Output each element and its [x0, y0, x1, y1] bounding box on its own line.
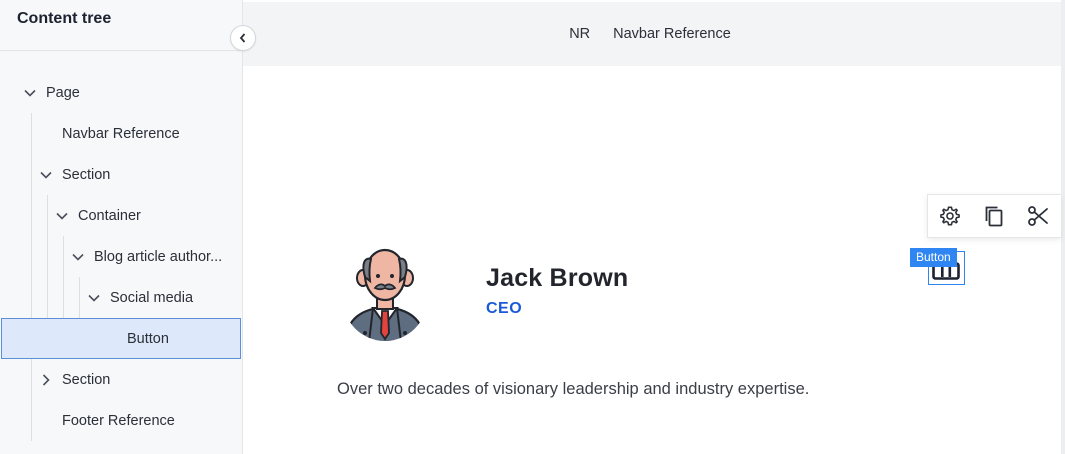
- tree-item-label: Social media: [110, 289, 194, 306]
- tree-item-button[interactable]: Button: [1, 318, 241, 359]
- author-role: CEO: [486, 300, 523, 317]
- tree-item-label: Blog article author...: [94, 248, 223, 265]
- gear-icon: [939, 205, 961, 227]
- content-tree-panel: Content tree Page Navbar Reference Secti…: [0, 0, 243, 454]
- tree-item-label: Container: [78, 207, 141, 224]
- content-tree-title: Content tree: [17, 10, 112, 27]
- tree-item-label: Page: [46, 84, 80, 101]
- tree-item-navbar-reference[interactable]: Navbar Reference: [0, 113, 243, 154]
- scissors-icon: [1026, 204, 1050, 228]
- chevron-down-icon[interactable]: [38, 167, 54, 183]
- tree-item-label: Navbar Reference: [62, 125, 180, 142]
- element-toolbar: [927, 194, 1061, 238]
- cut-button[interactable]: [1016, 194, 1060, 238]
- collapse-sidebar-button[interactable]: [230, 25, 256, 51]
- tree-item-page[interactable]: Page: [0, 72, 243, 113]
- tree-item-container[interactable]: Container: [0, 195, 243, 236]
- selected-element-badge: Button: [910, 248, 957, 267]
- tree-item-label: Footer Reference: [62, 412, 175, 429]
- author-bio: Over two decades of visionary leadership…: [337, 380, 810, 398]
- tree-item-footer-reference[interactable]: Footer Reference: [0, 400, 243, 441]
- content-tree-header: Content tree: [0, 0, 242, 51]
- navbar-title: Navbar Reference: [613, 26, 731, 42]
- duplicate-button[interactable]: [972, 194, 1016, 238]
- chevron-down-icon[interactable]: [22, 85, 38, 101]
- chevron-right-icon[interactable]: [38, 372, 54, 388]
- settings-button[interactable]: [928, 194, 972, 238]
- chevron-down-icon[interactable]: [54, 208, 70, 224]
- chevron-left-icon: [239, 33, 247, 43]
- tree-item-label: Section: [62, 166, 111, 183]
- tree-item-social-media[interactable]: Social media: [0, 277, 243, 318]
- tree-item-blog-article-author[interactable]: Blog article author...: [0, 236, 243, 277]
- canvas-right-edge: [1061, 0, 1065, 454]
- tree-item-section-2[interactable]: Section: [0, 359, 243, 400]
- author-name: Jack Brown: [486, 264, 629, 292]
- tree-item-label: Button: [127, 330, 169, 347]
- chevron-down-icon[interactable]: [86, 290, 102, 306]
- tree-item-label: Section: [62, 371, 111, 388]
- chevron-down-icon[interactable]: [70, 249, 86, 265]
- author-avatar: [343, 245, 427, 342]
- copy-icon: [983, 204, 1005, 228]
- navbar-reference-block[interactable]: NR Navbar Reference: [243, 2, 1061, 66]
- tree-item-section[interactable]: Section: [0, 154, 243, 195]
- navbar-initials: NR: [569, 26, 591, 42]
